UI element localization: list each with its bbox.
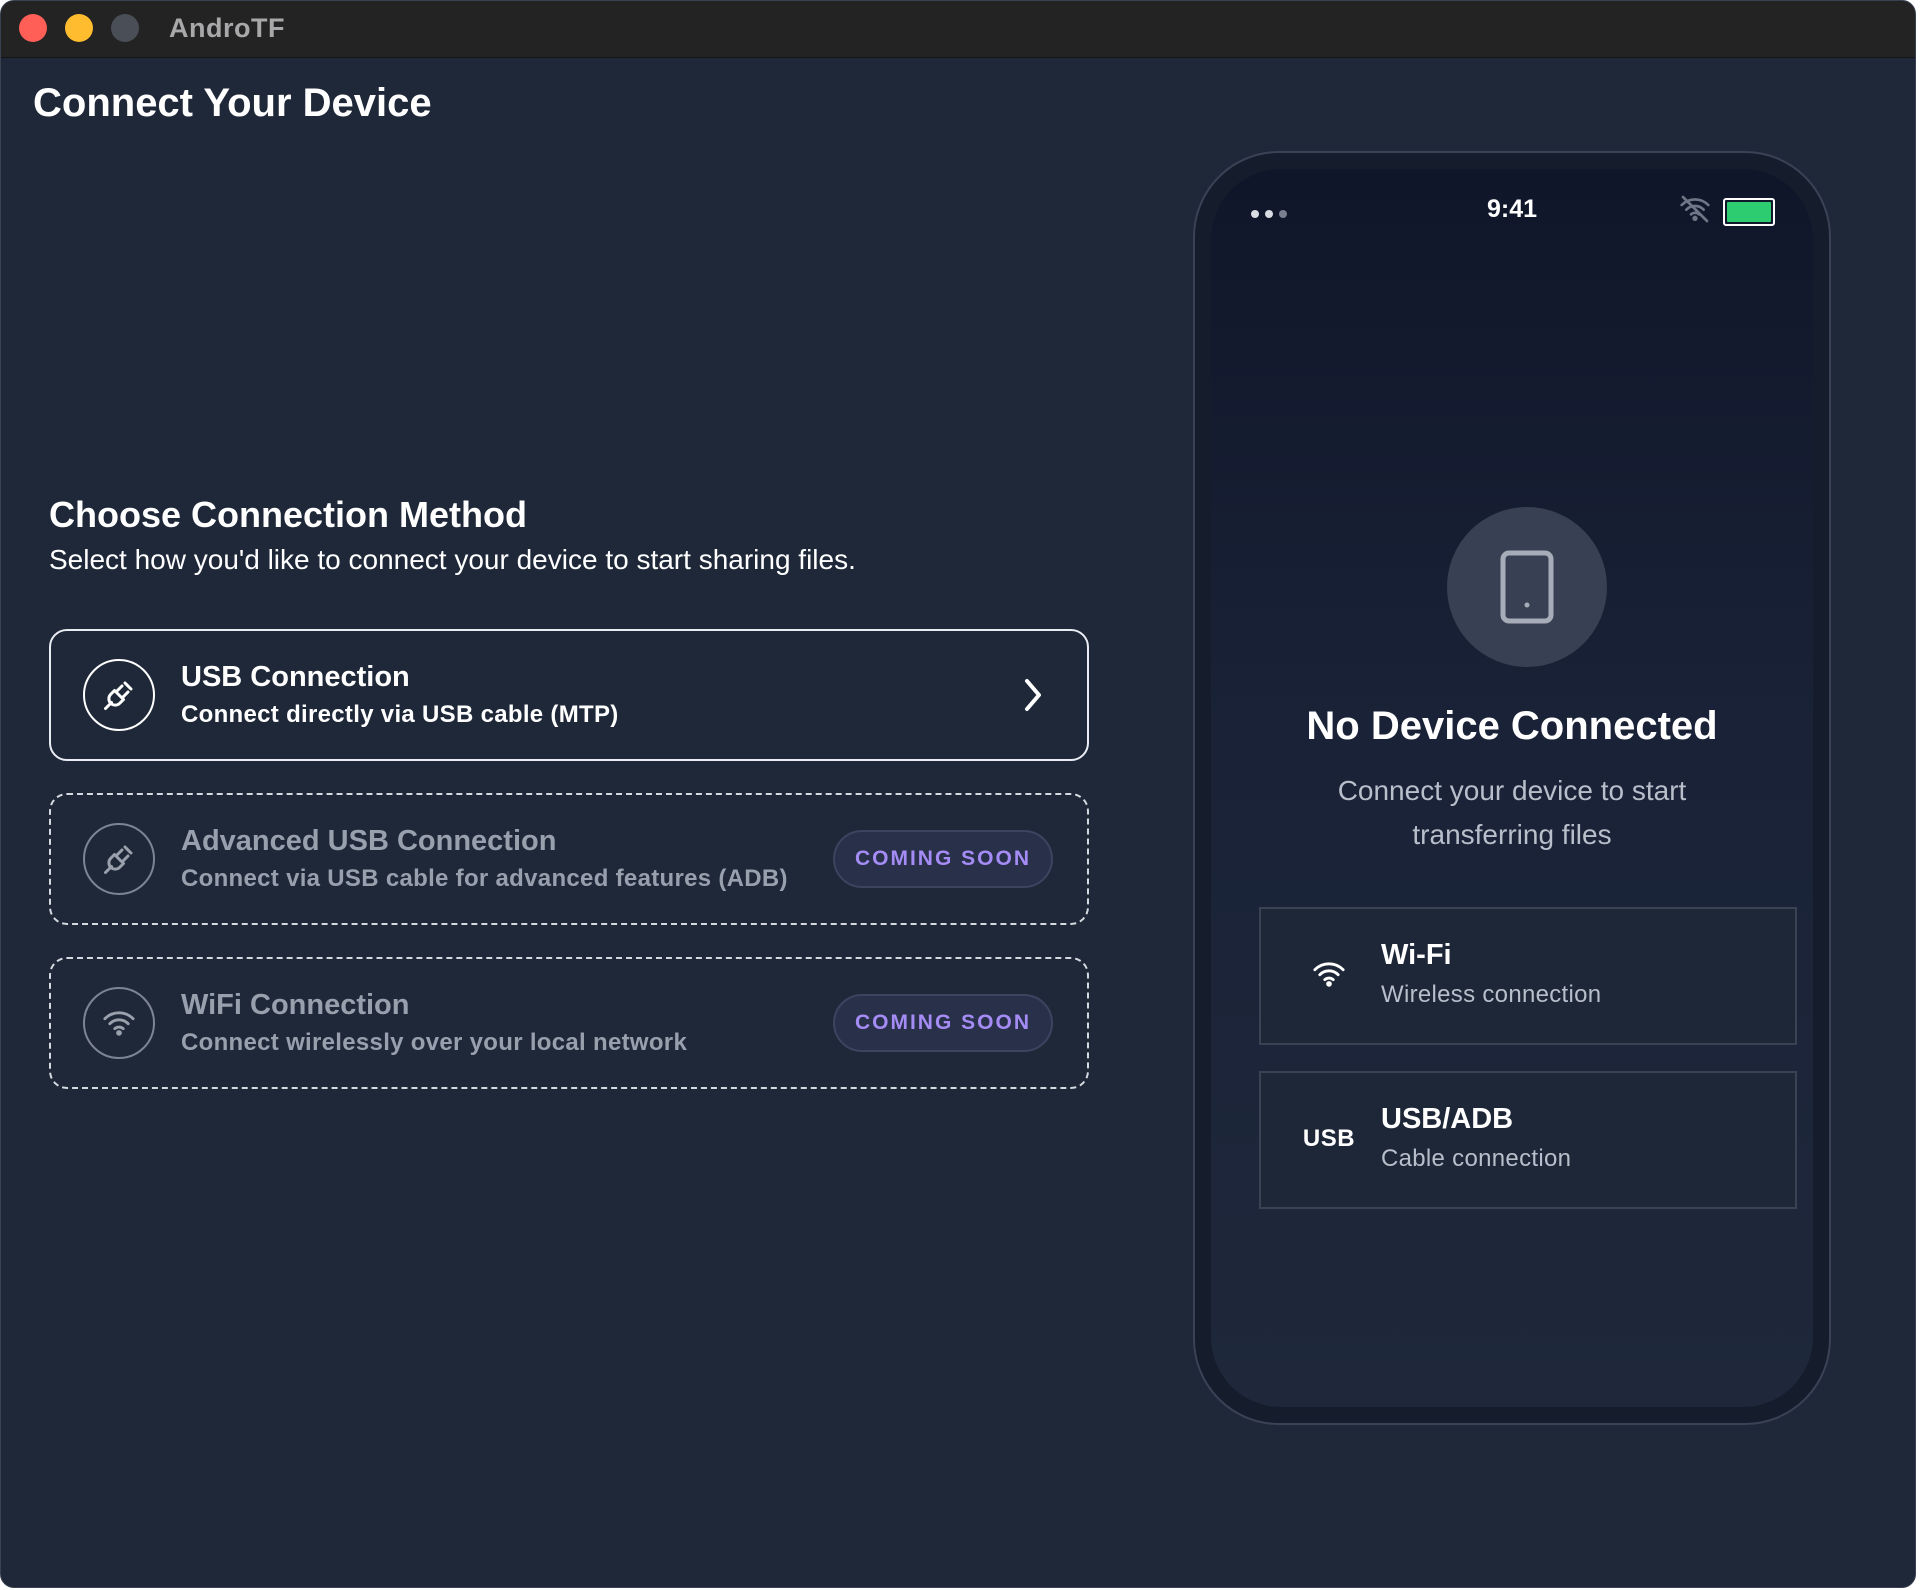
wifi-icon <box>83 987 155 1059</box>
usb-adb-option[interactable]: USB USB/ADB Cable connection <box>1259 1071 1797 1209</box>
usb-icon-label: USB <box>1302 1125 1356 1152</box>
usb-adb-option-description: Cable connection <box>1381 1145 1572 1172</box>
app-window: AndroTF Connect Your Device Choose Conne… <box>0 0 1916 1588</box>
phone-screen: 9:41 No Device Connected Connect your de… <box>1211 169 1813 1407</box>
wifi-connection-card: WiFi Connection Connect wirelessly over … <box>49 957 1089 1089</box>
usb-connection-description: Connect directly via USB cable (MTP) <box>181 701 619 728</box>
chevron-right-icon <box>1021 675 1045 720</box>
wifi-connection-title: WiFi Connection <box>181 989 410 1021</box>
maximize-window-button[interactable] <box>111 14 139 42</box>
advanced-usb-description: Connect via USB cable for advanced featu… <box>181 865 788 892</box>
status-icons <box>1679 195 1775 228</box>
coming-soon-badge: COMING SOON <box>832 994 1053 1052</box>
usb-connection-card[interactable]: USB Connection Connect directly via USB … <box>49 629 1089 761</box>
usb-plug-icon <box>83 823 155 895</box>
close-window-button[interactable] <box>19 14 47 42</box>
battery-icon <box>1723 197 1775 226</box>
usb-connection-title: USB Connection <box>181 661 410 693</box>
minimize-window-button[interactable] <box>65 14 93 42</box>
wifi-off-icon <box>1679 195 1711 228</box>
advanced-usb-title: Advanced USB Connection <box>181 825 557 857</box>
coming-soon-badge: COMING SOON <box>832 830 1053 888</box>
wifi-icon <box>1299 959 1359 994</box>
title-bar[interactable]: AndroTF <box>1 1 1915 58</box>
wifi-option-title: Wi-Fi <box>1381 939 1452 971</box>
usb-plug-icon <box>83 659 155 731</box>
no-device-subtitle: Connect your device to start transferrin… <box>1337 775 1687 850</box>
section-title: Choose Connection Method <box>49 494 527 535</box>
page-title: Connect Your Device <box>33 81 432 125</box>
smartphone-icon <box>1500 550 1554 624</box>
device-placeholder <box>1447 507 1607 667</box>
wifi-option-description: Wireless connection <box>1381 981 1602 1008</box>
wifi-connection-description: Connect wirelessly over your local netwo… <box>181 1029 688 1056</box>
no-device-title: No Device Connected <box>1306 704 1718 748</box>
usb-icon: USB <box>1299 1125 1359 1153</box>
app-title: AndroTF <box>169 13 285 43</box>
advanced-usb-connection-card: Advanced USB Connection Connect via USB … <box>49 793 1089 925</box>
section-subtitle: Select how you'd like to connect your de… <box>49 544 856 575</box>
usb-adb-option-title: USB/ADB <box>1381 1103 1514 1135</box>
phone-mockup: 9:41 No Device Connected Connect your de… <box>1193 151 1831 1425</box>
wifi-option[interactable]: Wi-Fi Wireless connection <box>1259 907 1797 1045</box>
